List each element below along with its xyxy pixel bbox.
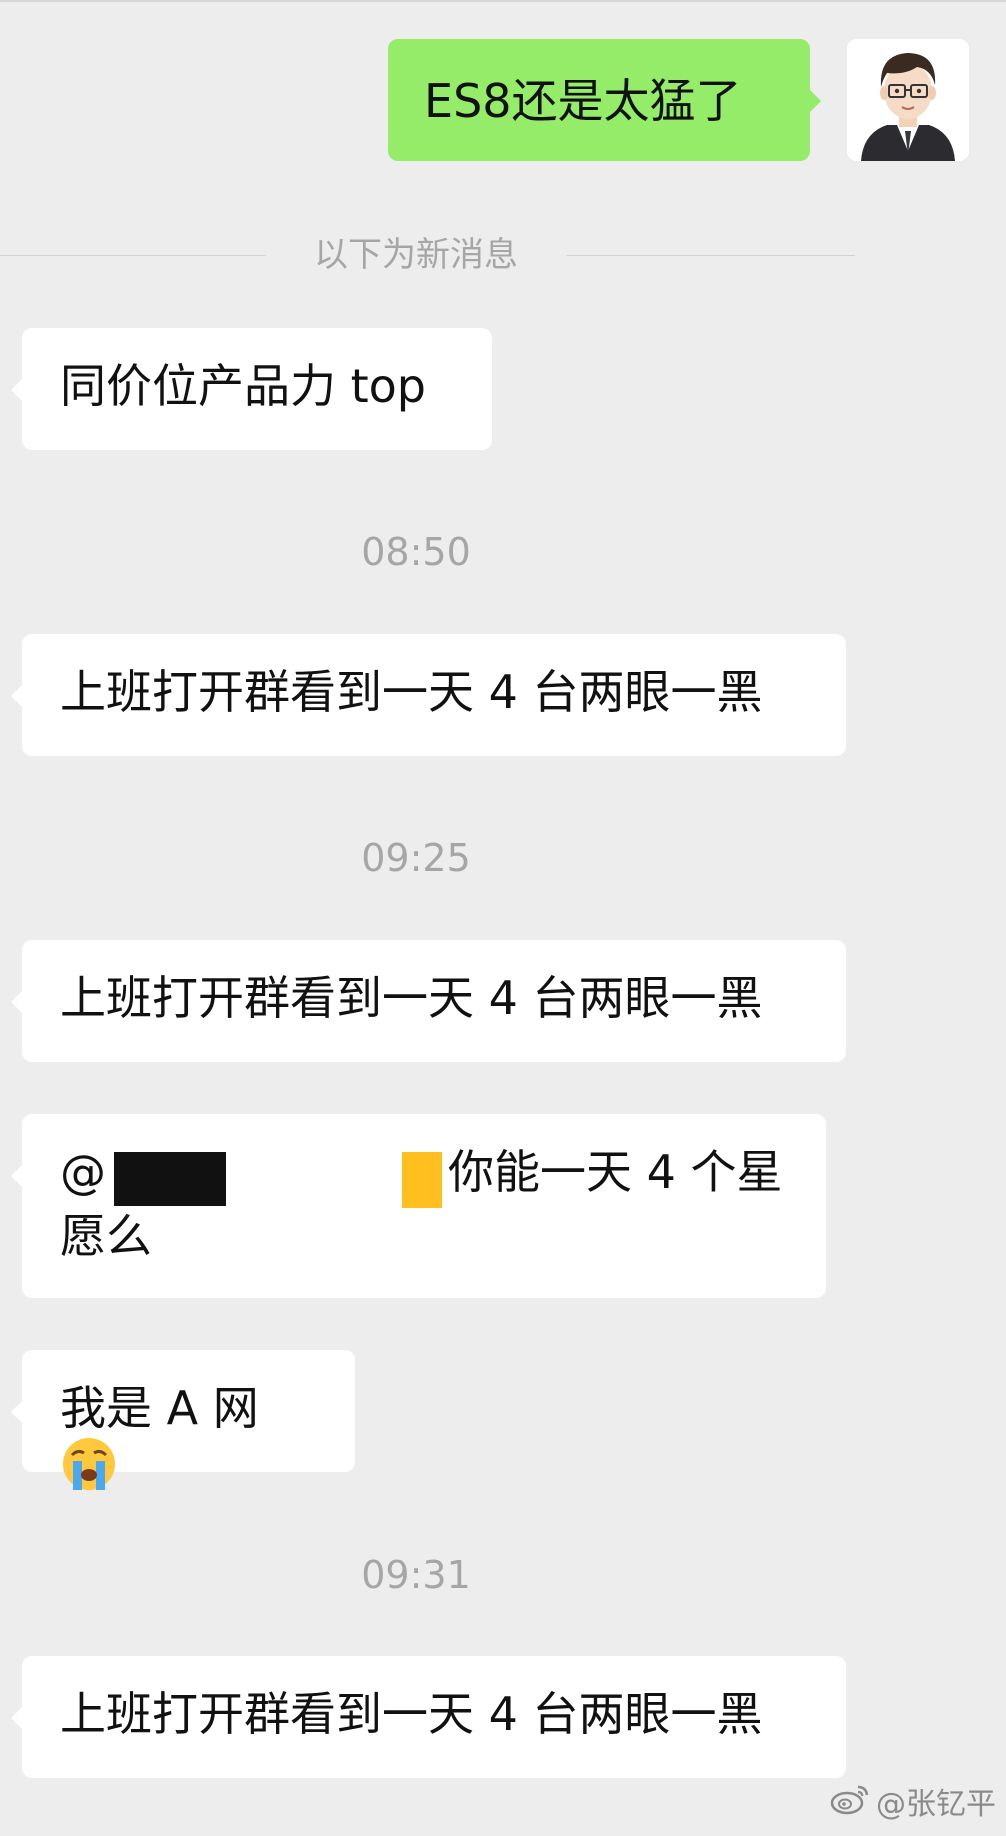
- redacted-emoji-block: [402, 1152, 442, 1208]
- message-text: 上班打开群看到一天 4 台两眼一黑: [60, 1687, 763, 1741]
- incoming-message-bubble[interactable]: 上班打开群看到一天 4 台两眼一黑: [11, 940, 846, 1062]
- weibo-watermark: @张钇平: [830, 1783, 996, 1826]
- crying-face-icon: [60, 1435, 118, 1509]
- redacted-name-block: [114, 1152, 226, 1206]
- user-avatar[interactable]: [847, 39, 969, 161]
- incoming-mention-bubble[interactable]: @ 你能一天 4 个星 愿么: [11, 1114, 826, 1298]
- mention-line: @ 你能一天 4 个星: [60, 1140, 788, 1208]
- divider-line-left: [0, 255, 266, 256]
- mention-text-line2: 愿么: [60, 1209, 152, 1263]
- weibo-logo-icon: [830, 1783, 870, 1826]
- message-text: 我是 A 网: [60, 1381, 259, 1435]
- timestamp: 08:50: [361, 530, 471, 574]
- message-text: ES8还是太猛了: [424, 74, 742, 128]
- message-text: 上班打开群看到一天 4 台两眼一黑: [60, 665, 763, 719]
- incoming-message-bubble[interactable]: 我是 A 网: [11, 1350, 355, 1490]
- watermark-text: @张钇平: [876, 1786, 996, 1822]
- divider-label: 以下为新消息: [314, 235, 518, 275]
- avatar-icon: [847, 39, 969, 161]
- divider-line-right: [566, 255, 855, 256]
- new-messages-divider: 以下为新消息: [0, 230, 855, 280]
- top-edge: [0, 0, 1006, 2]
- message-text: 同价位产品力 top: [60, 359, 427, 413]
- outgoing-message-bubble[interactable]: ES8还是太猛了: [388, 39, 821, 161]
- incoming-message-bubble[interactable]: 上班打开群看到一天 4 台两眼一黑: [11, 634, 846, 756]
- incoming-message-bubble[interactable]: 上班打开群看到一天 4 台两眼一黑: [11, 1656, 846, 1778]
- incoming-message-bubble[interactable]: 同价位产品力 top: [11, 328, 492, 450]
- message-text: 上班打开群看到一天 4 台两眼一黑: [60, 971, 763, 1025]
- timestamp: 09:31: [361, 1553, 471, 1597]
- timestamp: 09:25: [361, 836, 471, 880]
- mention-text-line1: 你能一天 4 个星: [448, 1145, 783, 1199]
- mention-at-symbol: @: [60, 1145, 106, 1199]
